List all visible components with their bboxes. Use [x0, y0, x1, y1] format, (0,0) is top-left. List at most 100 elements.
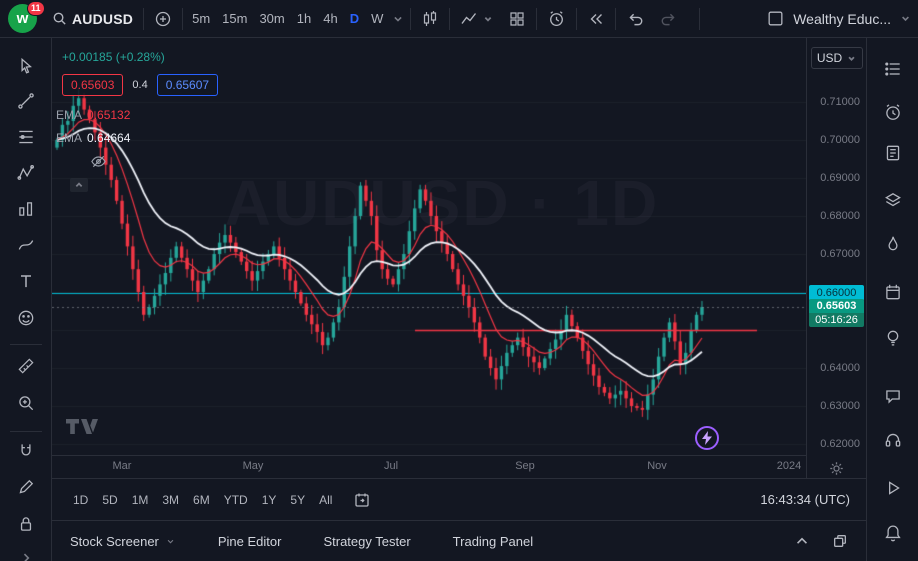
magnet-tool-button[interactable] — [9, 436, 43, 466]
range-1d[interactable]: 1D — [66, 490, 95, 510]
timeframe-d[interactable]: D — [344, 11, 365, 26]
object-tree-button[interactable] — [876, 186, 910, 216]
price-axis[interactable]: USD 0.66000 0.65603 05:16:26 0.710000.70… — [806, 38, 866, 478]
support-button[interactable] — [876, 425, 910, 455]
account-section[interactable]: Wealthy Educ... — [766, 9, 912, 28]
save-layout-icon[interactable] — [766, 9, 785, 28]
app-logo[interactable]: w 11 — [6, 4, 44, 34]
draw-mode-button[interactable] — [9, 472, 43, 502]
indicator-label: EMA — [56, 108, 82, 122]
time-axis[interactable]: MarMayJulSepNov2024 — [52, 455, 806, 478]
pencil-icon — [16, 477, 36, 497]
pattern-tool-button[interactable] — [9, 158, 43, 188]
chart-type-button[interactable] — [453, 5, 501, 33]
range-5y[interactable]: 5Y — [283, 490, 312, 510]
drawing-toolbar — [0, 38, 52, 561]
lock-drawings-button[interactable] — [9, 509, 43, 539]
clock-utc[interactable]: 16:43:34 (UTC) — [760, 492, 852, 507]
indicator-visibility-button[interactable] — [90, 153, 107, 175]
calendar-goto-icon — [353, 491, 371, 509]
create-alert-button[interactable] — [540, 5, 573, 33]
multichart-layout-button[interactable] — [501, 5, 533, 33]
range-5d[interactable]: 5D — [95, 490, 124, 510]
cursor-tool-button[interactable] — [9, 51, 43, 81]
toolbar-more-button[interactable] — [9, 543, 43, 561]
legend-collapse-button[interactable] — [70, 178, 88, 192]
compare-add-button[interactable] — [147, 5, 179, 33]
forecast-tool-button[interactable] — [9, 194, 43, 224]
price-tick: 0.68000 — [820, 209, 860, 223]
range-6m[interactable]: 6M — [186, 490, 217, 510]
watchlist-icon — [883, 59, 903, 79]
indicator-legend-row[interactable]: EMA 0.64664 — [56, 131, 130, 145]
range-all[interactable]: All — [312, 490, 339, 510]
timeframe-15m[interactable]: 15m — [216, 11, 253, 26]
buy-price-button[interactable]: 0.65607 — [157, 74, 218, 96]
range-1y[interactable]: 1Y — [255, 490, 284, 510]
panel-restore-icon[interactable] — [832, 533, 848, 549]
brush-tool-button[interactable] — [9, 230, 43, 260]
tab-pine-editor[interactable]: Pine Editor — [218, 534, 282, 549]
panel-expand-icon[interactable] — [794, 533, 810, 549]
text-tool-button[interactable] — [9, 266, 43, 296]
timeframe-1h[interactable]: 1h — [291, 11, 317, 26]
bottom-panel-tabs: Stock Screener Pine Editor Strategy Tester… — [52, 520, 866, 561]
currency-selector[interactable]: USD — [811, 47, 863, 69]
measure-tool-button[interactable] — [9, 351, 43, 381]
range-toolbar: 1D5D1M3M6MYTD1Y5YAll 16:43:34 (UTC) — [52, 478, 866, 520]
tab-label: Trading Panel — [453, 534, 533, 549]
time-axis-label: Jul — [384, 460, 398, 472]
timeframe-4h[interactable]: 4h — [317, 11, 343, 26]
tab-trading-panel[interactable]: Trading Panel — [453, 534, 533, 549]
price-tick: 0.71000 — [820, 95, 860, 109]
alerts-button[interactable] — [876, 97, 910, 127]
symbol-search-button[interactable]: AUDUSD — [44, 5, 140, 33]
redo-button[interactable] — [652, 5, 685, 33]
rewind-icon — [587, 10, 605, 28]
range-ytd[interactable]: YTD — [217, 490, 255, 510]
tab-strategy-tester[interactable]: Strategy Tester — [323, 534, 410, 549]
emoji-tool-button[interactable] — [9, 303, 43, 333]
chevron-down-icon — [846, 53, 857, 64]
price-change-text: +0.00185 (+0.28%) — [62, 50, 165, 64]
alert-clock-icon — [547, 9, 566, 28]
undo-button[interactable] — [619, 5, 652, 33]
streams-button[interactable] — [876, 473, 910, 503]
fib-retracement-tool-button[interactable] — [9, 122, 43, 152]
time-axis-label: Nov — [647, 460, 667, 472]
timeframe-30m[interactable]: 30m — [253, 11, 290, 26]
eye-off-icon — [90, 153, 107, 170]
tab-stock-screener[interactable]: Stock Screener — [70, 534, 176, 549]
price-tick: 0.62000 — [820, 437, 860, 451]
zoom-tool-button[interactable] — [9, 388, 43, 418]
candlestick-chart-canvas[interactable] — [52, 38, 806, 455]
tradingview-logo[interactable] — [66, 419, 98, 441]
candle-style-button[interactable] — [414, 5, 446, 33]
timeframe-menu-button[interactable] — [389, 5, 407, 33]
plus-circle-icon — [154, 10, 172, 28]
flame-icon — [883, 234, 903, 254]
divider — [536, 8, 537, 30]
indicator-legend-row[interactable]: EMA 0.65132 — [56, 108, 130, 122]
trend-line-tool-button[interactable] — [9, 86, 43, 116]
news-button[interactable] — [876, 138, 910, 168]
buy-sell-panel: 0.65603 0.4 0.65607 — [62, 74, 218, 96]
chats-button[interactable] — [876, 381, 910, 411]
currency-selector-value: USD — [817, 51, 842, 65]
chart-pane[interactable]: AUDUSD · 1D +0.00185 (+0.28%) 0.65603 0.… — [52, 38, 806, 455]
candlestick-icon — [421, 10, 439, 28]
economic-calendar-button[interactable] — [876, 277, 910, 307]
range-3m[interactable]: 3M — [155, 490, 186, 510]
range-1m[interactable]: 1M — [125, 490, 156, 510]
ideas-button[interactable] — [876, 323, 910, 353]
sell-price-button[interactable]: 0.65603 — [62, 74, 123, 96]
go-to-date-button[interactable] — [353, 491, 371, 509]
watchlist-button[interactable] — [876, 54, 910, 84]
boost-button[interactable] — [695, 426, 719, 450]
divider — [410, 8, 411, 30]
timeframe-5m[interactable]: 5m — [186, 11, 216, 26]
timeframe-w[interactable]: W — [365, 11, 389, 26]
bar-replay-button[interactable] — [580, 5, 612, 33]
notifications-button[interactable] — [876, 518, 910, 548]
hotlists-button[interactable] — [876, 229, 910, 259]
